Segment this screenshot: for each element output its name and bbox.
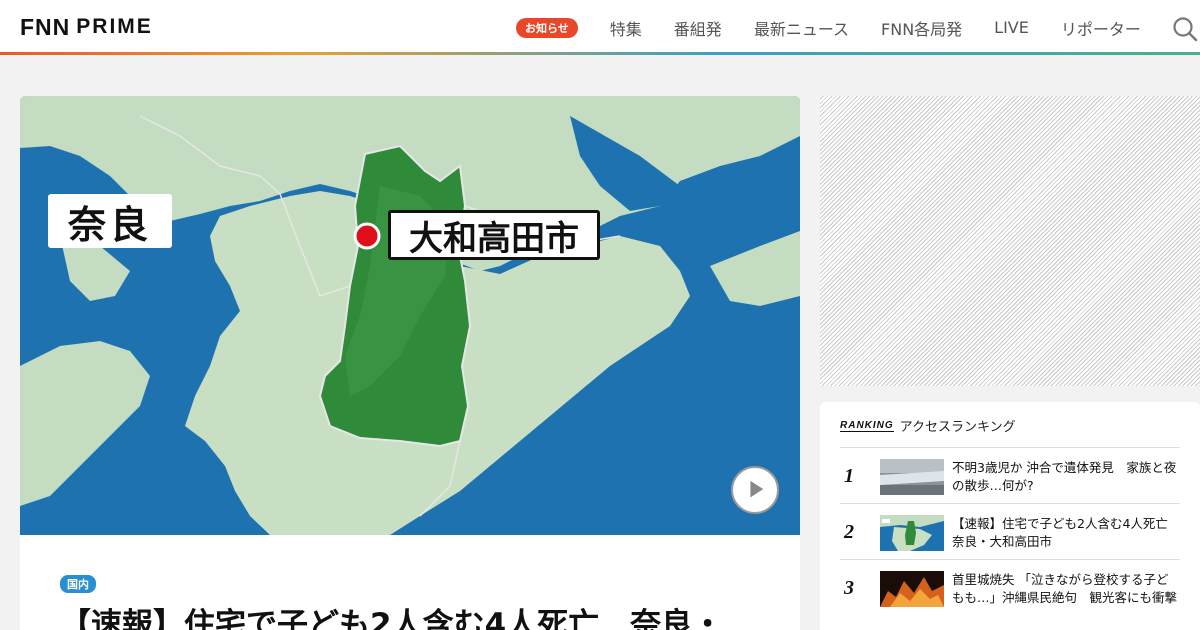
nav-item-features[interactable]: 特集 [610,16,642,40]
article-headline[interactable]: 【速報】住宅で子ども2人含む4人死亡 奈良・ [60,599,723,630]
nav-item-latest-news[interactable]: 最新ニュース [754,16,849,40]
notice-badge[interactable]: お知らせ [516,17,578,38]
ranking-headline[interactable]: 首里城焼失 「泣きながら登校する子どもも…」沖縄県民絶句 観光客にも衝撃 [952,571,1180,607]
fnn-prime-logo[interactable]: FNN PRIME [20,14,153,40]
nara-map-image[interactable] [20,96,800,535]
ranking-thumbnail[interactable] [880,571,944,607]
ranking-item[interactable]: 1 不明3歳児か 沖合で遺体発見 家族と夜の散歩…何が? [840,447,1180,503]
ranking-item[interactable]: 2 【速報】住宅で子ども2人含む4人死亡 奈良・大和高田市 [840,503,1180,559]
ad-placeholder [820,96,1200,386]
ranking-thumbnail[interactable] [880,459,944,495]
ranking-list: 1 不明3歳児か 沖合で遺体発見 家族と夜の散歩…何が? 2 【速報】住宅で子ど… [840,447,1180,615]
search-icon[interactable] [1172,16,1198,42]
ranking-thumbnail[interactable] [880,515,944,551]
main-nav: お知らせ 特集 番組発 最新ニュース FNN各局発 LIVE リポーター [516,0,1173,55]
access-ranking-panel: RANKING アクセスランキング 1 不明3歳児か 沖合で遺体発見 家族と夜の… [820,402,1200,630]
play-video-button[interactable] [731,466,779,514]
nav-item-fnn-stations[interactable]: FNN各局発 [881,16,962,40]
ranking-header: RANKING アクセスランキング [840,416,1016,435]
ranking-headline[interactable]: 不明3歳児か 沖合で遺体発見 家族と夜の散歩…何が? [952,459,1180,495]
article-summary: 国内 【速報】住宅で子ども2人含む4人死亡 奈良・ [20,535,800,630]
nav-item-live[interactable]: LIVE [994,18,1029,37]
top-article-card[interactable]: 奈良 大和高田市 国内 【速報】住宅で子ども2人含む4人死亡 奈良・ [20,96,800,630]
ranking-headline[interactable]: 【速報】住宅で子ども2人含む4人死亡 奈良・大和高田市 [952,515,1180,551]
ranking-item[interactable]: 3 首里城焼失 「泣きながら登校する子どもも…」沖縄県民絶句 観光客にも衝撃 [840,559,1180,615]
category-tag[interactable]: 国内 [60,575,96,593]
nav-item-programs[interactable]: 番組発 [674,16,722,40]
nav-item-reporters[interactable]: リポーター [1061,16,1141,40]
ranking-title: アクセスランキング [899,420,1016,435]
rank-number: 3 [844,576,854,599]
logo-fnn: FNN [20,13,71,40]
rank-number: 2 [844,520,854,543]
city-location-marker [353,222,381,250]
logo-prime: PRIME [76,15,153,38]
prefecture-label: 奈良 [48,194,172,248]
header-accent-line [0,52,1200,55]
play-icon [750,480,764,498]
site-header: FNN PRIME お知らせ 特集 番組発 最新ニュース FNN各局発 LIVE… [0,0,1200,55]
rank-number: 1 [844,464,854,487]
city-label: 大和高田市 [388,210,600,260]
ranking-logo: RANKING [840,419,894,432]
